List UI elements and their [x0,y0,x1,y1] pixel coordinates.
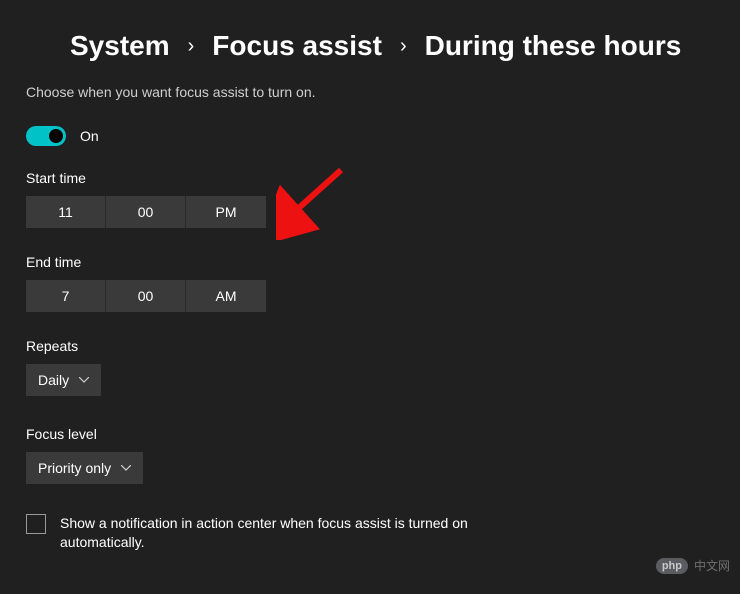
focus-level-label: Focus level [26,426,714,442]
watermark-text: 中文网 [694,557,730,574]
repeats-value: Daily [38,372,69,388]
end-ampm[interactable]: AM [186,280,266,312]
end-time-picker: 7 00 AM [26,280,714,312]
watermark: php 中文网 [656,557,730,574]
notification-checkbox[interactable] [26,514,46,534]
end-hour[interactable]: 7 [26,280,106,312]
chevron-down-icon [79,377,89,383]
start-time-picker: 11 00 PM [26,196,714,228]
notification-checkbox-row: Show a notification in action center whe… [26,514,486,552]
focus-assist-toggle[interactable] [26,126,66,146]
repeats-label: Repeats [26,338,714,354]
breadcrumb-system[interactable]: System [70,30,170,62]
chevron-right-icon: › [188,35,195,58]
notification-checkbox-label: Show a notification in action center whe… [60,514,486,552]
end-time-label: End time [26,254,714,270]
focus-level-value: Priority only [38,460,111,476]
start-minute[interactable]: 00 [106,196,186,228]
breadcrumb-focus-assist[interactable]: Focus assist [212,30,382,62]
start-time-label: Start time [26,170,714,186]
chevron-down-icon [121,465,131,471]
toggle-row: On [26,126,714,146]
page-description: Choose when you want focus assist to tur… [26,84,714,100]
breadcrumb-current: During these hours [425,30,682,62]
breadcrumb: System › Focus assist › During these hou… [26,30,714,62]
chevron-right-icon: › [400,35,407,58]
php-badge-icon: php [656,558,688,574]
start-hour[interactable]: 11 [26,196,106,228]
start-ampm[interactable]: PM [186,196,266,228]
end-minute[interactable]: 00 [106,280,186,312]
focus-level-dropdown[interactable]: Priority only [26,452,143,484]
repeats-dropdown[interactable]: Daily [26,364,101,396]
toggle-state-label: On [80,128,99,144]
